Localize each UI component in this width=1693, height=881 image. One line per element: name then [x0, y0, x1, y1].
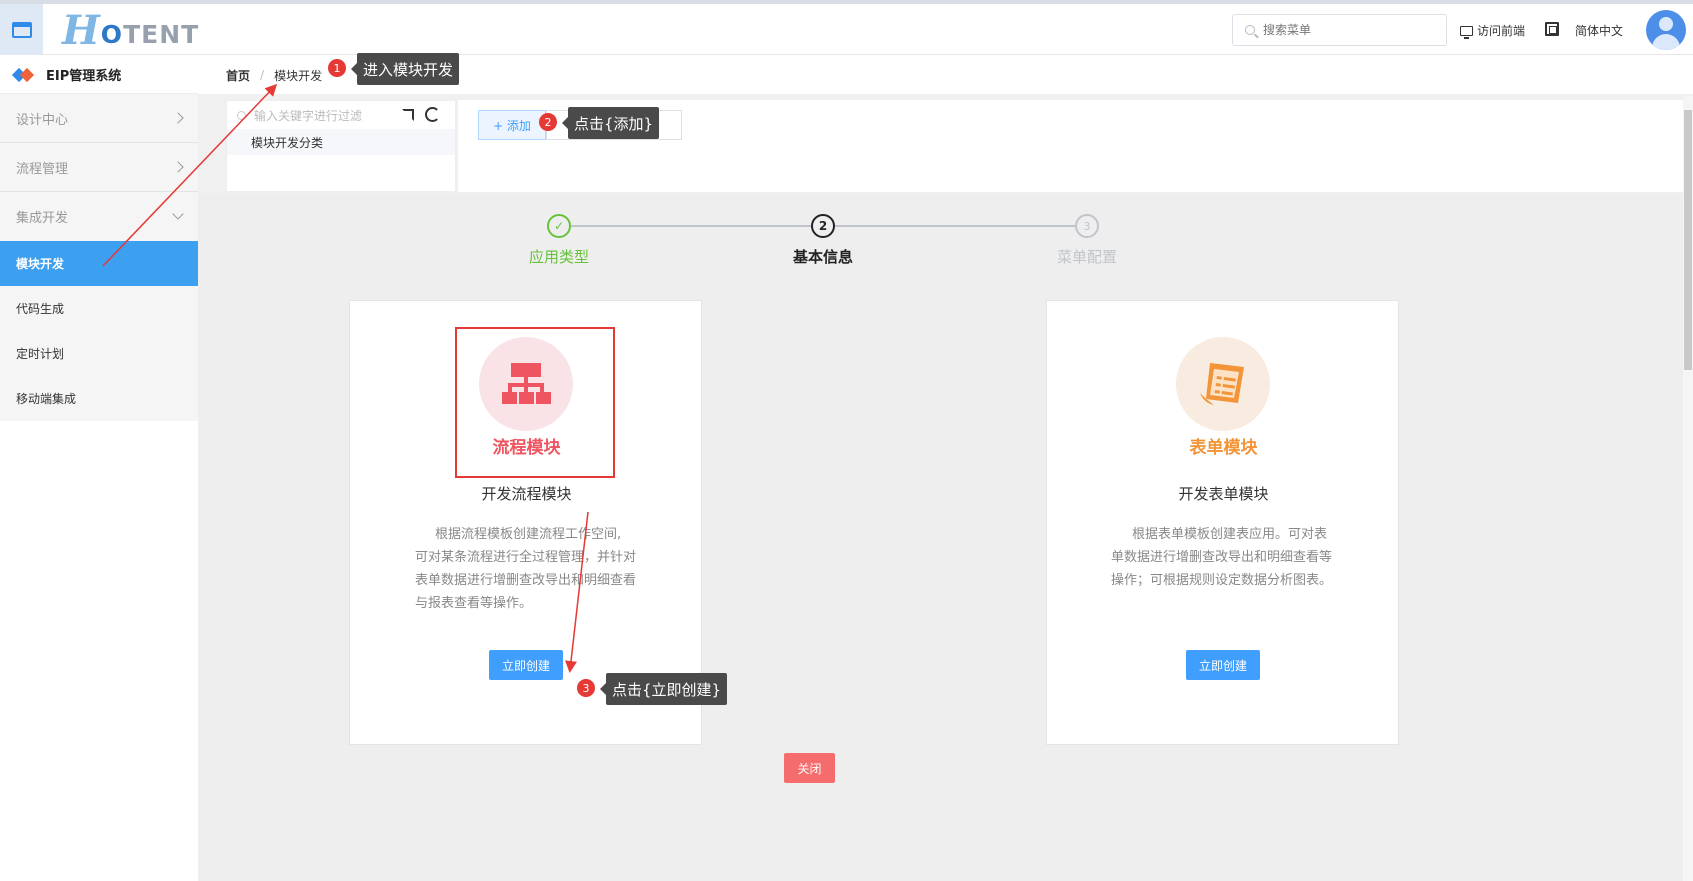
- annotation-badge-3: 3: [577, 679, 595, 697]
- hotent-logo: H OTENT: [62, 7, 200, 54]
- breadcrumb-home[interactable]: 首页: [226, 67, 250, 84]
- scrollbar[interactable]: [1683, 96, 1693, 881]
- annotation-callout-1: 进入模块开发: [350, 53, 460, 85]
- flow-create-button[interactable]: 立即创建: [489, 650, 563, 680]
- annotation-badge-2: 2: [539, 113, 557, 131]
- form-module-title: 表单模块: [1189, 438, 1258, 458]
- header: H OTENT 访问前端 简体中文: [0, 4, 1693, 55]
- category-tree: 输入关键字进行过滤 模块开发分类: [226, 100, 456, 192]
- expand-icon[interactable]: [402, 109, 414, 121]
- system-logo-icon: [11, 67, 36, 82]
- annotation-badge-1: 1: [328, 59, 346, 77]
- close-button[interactable]: 关闭: [784, 753, 835, 783]
- sidebar-item-code-gen[interactable]: 代码生成: [0, 286, 198, 331]
- step-label-basic-info: 基本信息: [792, 248, 853, 266]
- logo-h: H: [62, 7, 100, 54]
- document-icon: [1200, 363, 1244, 405]
- form-module-description: 根据表单模板创建表应用。可对表 单数据进行增删查改导出和明细查看等 操作；可根据…: [1111, 527, 1333, 588]
- form-create-button[interactable]: 立即创建: [1186, 650, 1260, 680]
- step-check-icon: ✓: [547, 214, 571, 238]
- sidebar-group-integration-dev[interactable]: 集成开发: [0, 192, 198, 241]
- annotation-callout-3: 点击{立即创建}: [599, 673, 728, 705]
- app-window: H OTENT 访问前端 简体中文 EIP管理系统 设计中心: [0, 0, 1693, 881]
- annotation-callout-2: 点击{添加}: [561, 107, 660, 139]
- language-label: 简体中文: [1575, 24, 1624, 38]
- step-label-app-type: 应用类型: [528, 248, 589, 266]
- avatar[interactable]: [1646, 10, 1686, 50]
- menu-search[interactable]: [1232, 14, 1447, 46]
- tree-node[interactable]: 模块开发分类: [227, 129, 455, 155]
- sidebar-item-module-dev[interactable]: 模块开发: [0, 241, 198, 286]
- search-input[interactable]: [1263, 23, 1433, 37]
- step-connector: [571, 225, 811, 227]
- form-module-subtitle: 开发表单模块: [1178, 485, 1269, 503]
- sidebar-item-schedule[interactable]: 定时计划: [0, 331, 198, 376]
- workarea: 输入关键字进行过滤 模块开发分类 + 添加 导出: [198, 94, 1693, 192]
- form-module-card: 表单模块 开发表单模块 根据表单模板创建表应用。可对表 单数据进行增删查改导出和…: [1046, 300, 1399, 745]
- breadcrumb-current: 模块开发: [274, 68, 323, 83]
- chevron-right-icon: [172, 161, 184, 173]
- sidebar-group-design-center[interactable]: 设计中心: [0, 94, 198, 143]
- sidebar: EIP管理系统 设计中心 流程管理 集成开发 模块开发 代码生成 定时计划 移动…: [0, 56, 198, 881]
- breadcrumb-separator: /: [260, 68, 265, 82]
- create-module-dialog: ✓ 2 3 应用类型 基本信息 菜单配置 流程模块 开发流程模块 根据流程模板创…: [198, 194, 1683, 881]
- refresh-icon[interactable]: [425, 107, 440, 122]
- flow-module-subtitle: 开发流程模块: [481, 485, 572, 503]
- window-icon: [11, 21, 32, 38]
- search-icon: [1245, 25, 1255, 35]
- step-number: 2: [811, 214, 835, 238]
- step-label-menu-config: 菜单配置: [1056, 248, 1117, 266]
- fullscreen-icon[interactable]: [1545, 22, 1559, 36]
- system-title: EIP管理系统: [0, 56, 198, 94]
- step-number: 3: [1075, 214, 1099, 238]
- filter-icon: [237, 110, 246, 120]
- form-module-icon: [1176, 337, 1270, 431]
- chevron-right-icon: [172, 112, 184, 124]
- sidebar-item-mobile-integration[interactable]: 移动端集成: [0, 376, 198, 421]
- logo-text: OTENT: [100, 20, 200, 49]
- highlight-box: [455, 327, 615, 478]
- step-connector: [835, 225, 1075, 227]
- flow-module-description: 根据流程模板创建流程工作空间, 可对某条流程进行全过程管理，并针对 表单数据进行…: [415, 527, 637, 611]
- monitor-icon: [1460, 25, 1473, 39]
- sidebar-group-process-management[interactable]: 流程管理: [0, 143, 198, 192]
- visit-frontend-link[interactable]: 访问前端: [1460, 22, 1525, 39]
- steps: ✓ 2 3 应用类型 基本信息 菜单配置: [198, 194, 1683, 274]
- language-switch[interactable]: 简体中文: [1575, 22, 1623, 39]
- chevron-down-icon: [172, 208, 184, 220]
- visit-frontend-label: 访问前端: [1477, 24, 1526, 38]
- add-button[interactable]: + 添加: [478, 110, 546, 140]
- scrollbar-thumb[interactable]: [1684, 110, 1692, 370]
- menu-toggle-button[interactable]: [0, 4, 43, 55]
- tree-filter[interactable]: 输入关键字进行过滤: [227, 101, 455, 129]
